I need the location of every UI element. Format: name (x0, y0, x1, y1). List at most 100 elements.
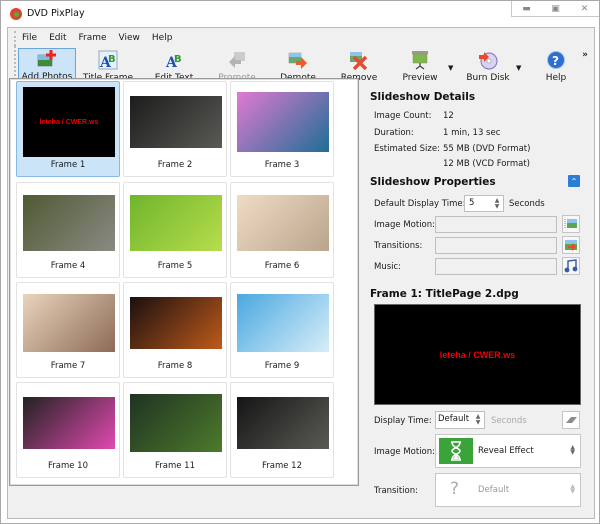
thumbnail-text: leteha / CWER.ws (39, 118, 99, 126)
close-button[interactable]: ✕ (570, 1, 599, 16)
transitions-icon (565, 240, 577, 251)
frame-thumbnail (130, 297, 222, 349)
frame-image-motion-label: Image Motion: (374, 447, 436, 457)
image-motion-icon (564, 219, 577, 228)
frame-display-time-unit: Seconds (491, 416, 527, 426)
frame-thumbnail: leteha / CWER.ws (23, 87, 115, 157)
toolbar-overflow-button[interactable]: » (582, 50, 588, 60)
estimated-size-vcd: 12 MB (VCD Format) (443, 159, 530, 169)
menu-view[interactable]: View (119, 31, 140, 46)
collapse-properties-button[interactable]: ⌃ (568, 175, 580, 187)
image-motion-input[interactable] (435, 216, 557, 233)
frame-tile[interactable]: Frame 10 (16, 382, 120, 478)
app-logo-icon (10, 8, 22, 20)
frame-tile[interactable]: Frame 5 (123, 182, 227, 278)
default-display-time-label: Default Display Time: (374, 199, 466, 209)
frame-label: Frame 8 (157, 361, 193, 371)
select-arrows-icon: ▲ ▼ (570, 483, 575, 495)
frame-label: Frame 9 (264, 361, 300, 371)
question-mark-icon: ? (450, 479, 460, 499)
estimated-size-dvd: 55 MB (DVD Format) (443, 144, 531, 154)
frame-thumbnail (237, 92, 329, 152)
image-motion-button[interactable] (562, 215, 580, 233)
frame-tile[interactable]: Frame 9 (230, 282, 334, 378)
frame-display-time-spinner[interactable]: ▲ ▼ (473, 413, 483, 427)
frame-label: Frame 2 (157, 160, 193, 170)
menu-help[interactable]: Help (152, 31, 173, 46)
duration-label: Duration: (374, 128, 414, 138)
frame-thumbnail (23, 294, 115, 352)
preview-dropdown-arrow[interactable]: ▼ (448, 64, 453, 72)
frame-tile[interactable]: Frame 7 (16, 282, 120, 378)
frame-tile[interactable]: Frame 2 (123, 81, 227, 177)
image-count-label: Image Count: (374, 111, 432, 121)
frame-label: Frame 7 (50, 361, 86, 371)
music-input[interactable] (435, 258, 557, 275)
music-button[interactable] (562, 257, 580, 275)
frame-transition-select[interactable]: ? Default ▲ ▼ (435, 473, 581, 507)
estimated-size-label: Estimated Size: (374, 144, 440, 154)
window-controls: ▬ ▣ ✕ (511, 1, 599, 17)
clear-display-time-button[interactable] (562, 411, 580, 429)
frame-image-motion-select[interactable]: Reveal Effect ▲ ▼ (435, 434, 581, 468)
transitions-button[interactable] (562, 236, 580, 254)
title-bar: DVD PixPlay ▬ ▣ ✕ (1, 1, 599, 27)
frame-thumbnail (237, 294, 329, 352)
frame-label: Frame 10 (47, 461, 88, 471)
hourglass-icon (439, 438, 473, 464)
frame-display-time-input[interactable]: Default ▲ ▼ (435, 411, 485, 429)
promote-icon (229, 52, 245, 68)
frame-tile[interactable]: Frame 12 (230, 382, 334, 478)
frame-thumbnail (23, 397, 115, 449)
menu-bar: File Edit Frame View Help (14, 31, 184, 46)
frame-thumbnail (130, 394, 222, 452)
display-time-unit: Seconds (509, 199, 545, 209)
edit-text-icon: AB (165, 54, 182, 70)
title-frame-icon: AB (98, 50, 118, 70)
app-window: DVD PixPlay ▬ ▣ ✕ File Edit Frame View H… (0, 0, 600, 524)
minimize-button[interactable]: ▬ (512, 1, 541, 16)
frame-tile[interactable]: Frame 3 (230, 81, 334, 177)
duration-value: 1 min, 13 sec (443, 128, 501, 138)
image-motion-label: Image Motion: (374, 220, 436, 230)
burn-disk-button[interactable]: Burn Disk (462, 48, 514, 86)
frame-tile[interactable]: Frame 4 (16, 182, 120, 278)
music-label: Music: (374, 262, 402, 272)
double-chevron-up-icon: ⌃ (570, 176, 578, 186)
frames-grid[interactable]: leteha / CWER.ws Frame 1 Frame 2 Frame 3 Fra… (9, 78, 359, 486)
frame-preview: leteha / CWER.ws (374, 304, 581, 405)
display-time-spinner[interactable]: ▲ ▼ (492, 197, 502, 210)
menu-file[interactable]: File (22, 31, 37, 46)
default-display-time-input[interactable]: 5 ▲ ▼ (464, 195, 504, 212)
burn-disk-dropdown-arrow[interactable]: ▼ (516, 64, 521, 72)
menu-edit[interactable]: Edit (49, 31, 66, 46)
frame-label: Frame 12 (261, 461, 302, 471)
help-icon: ? (547, 51, 565, 69)
maximize-button[interactable]: ▣ (541, 1, 570, 16)
frame-display-time-label: Display Time: (374, 416, 432, 426)
frame-label: Frame 4 (50, 261, 86, 271)
frame-tile[interactable]: leteha / CWER.ws Frame 1 (16, 81, 120, 177)
details-title: Slideshow Details (370, 91, 476, 103)
remove-icon (350, 52, 368, 70)
svg-text:?: ? (552, 54, 559, 68)
frame-tile[interactable]: Frame 6 (230, 182, 334, 278)
frame-thumbnail (237, 195, 329, 251)
frame-tile[interactable]: Frame 8 (123, 282, 227, 378)
frame-label: Frame 6 (264, 261, 300, 271)
eraser-icon (566, 417, 577, 423)
burn-disk-icon (479, 52, 498, 70)
frame-thumbnail (237, 397, 329, 449)
preview-button[interactable]: Preview (398, 48, 442, 86)
select-arrows-icon: ▲ ▼ (570, 444, 575, 456)
frame-thumbnail (130, 96, 222, 148)
transitions-label: Transitions: (374, 241, 423, 251)
image-count-value: 12 (443, 111, 454, 121)
frame-tile[interactable]: Frame 11 (123, 382, 227, 478)
window-title: DVD PixPlay (27, 8, 85, 19)
transitions-input[interactable] (435, 237, 557, 254)
menu-frame[interactable]: Frame (79, 31, 107, 46)
frame-thumbnail (130, 195, 222, 251)
frame-label: Frame 3 (264, 160, 300, 170)
help-button[interactable]: ? Help (534, 48, 578, 86)
